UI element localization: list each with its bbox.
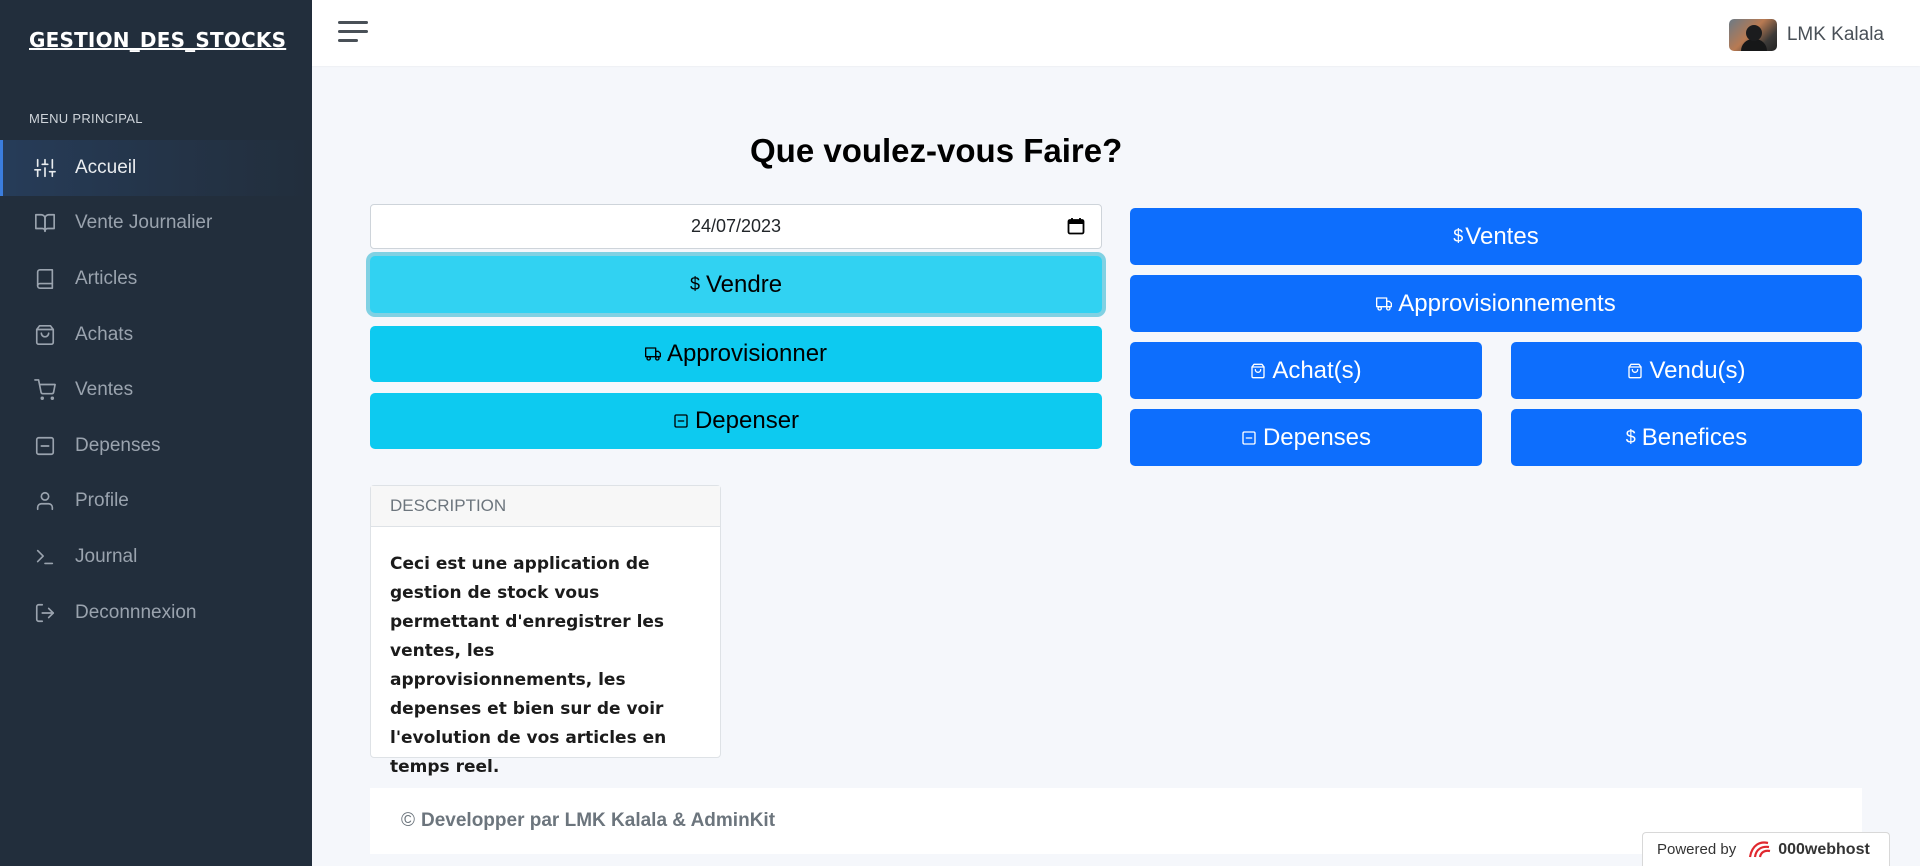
approvisionnements-label: Approvisionnements xyxy=(1398,289,1616,317)
description-header: DESCRIPTION xyxy=(371,486,720,527)
user-icon xyxy=(32,488,58,514)
sidebar-nav: Accueil Vente Journalier Articles Achats… xyxy=(0,140,312,640)
log-out-icon xyxy=(32,600,58,626)
powered-by-label: Powered by xyxy=(1657,841,1737,858)
depenses-label: Depenses xyxy=(1262,423,1372,451)
dollar-icon: $ xyxy=(1453,226,1464,246)
depenser-label: Depenser xyxy=(694,407,800,434)
sidebar-item-label: Depenses xyxy=(75,434,161,456)
calendar-icon[interactable] xyxy=(1067,217,1085,235)
depenser-button[interactable]: Depenser xyxy=(370,393,1102,449)
date-input[interactable]: 24/07/2023 xyxy=(370,204,1102,249)
achats-label: Achat(s) xyxy=(1272,356,1362,384)
terminal-icon xyxy=(32,544,58,570)
minus-square-icon xyxy=(32,433,58,459)
shopping-bag-icon xyxy=(1250,363,1266,379)
book-icon xyxy=(32,266,58,292)
truck-icon xyxy=(644,346,661,362)
sidebar-item-accueil[interactable]: Accueil xyxy=(0,140,312,196)
sidebar-item-depenses[interactable]: Depenses xyxy=(0,418,312,474)
date-value: 24/07/2023 xyxy=(690,216,782,236)
sidebar-item-label: Accueil xyxy=(75,156,137,178)
approvisionner-label: Approvisionner xyxy=(666,340,828,367)
sidebar-item-label: Profile xyxy=(75,490,129,512)
ventes-label: Ventes xyxy=(1465,222,1539,250)
page-title: Que voulez-vous Faire? xyxy=(750,132,1122,170)
webhost-logo-icon xyxy=(1746,839,1774,861)
benefices-label: Benefices xyxy=(1641,423,1748,451)
vendre-button[interactable]: $ Vendre xyxy=(370,256,1102,313)
page-title-bold: Que voulez-vous xyxy=(750,132,1015,169)
sidebar-item-vente-journalier[interactable]: Vente Journalier xyxy=(0,196,312,252)
sidebar-item-label: Articles xyxy=(75,267,138,289)
sliders-icon xyxy=(32,155,58,181)
ventes-button[interactable]: $ Ventes xyxy=(1130,208,1862,265)
vendus-button[interactable]: Vendu(s) xyxy=(1511,342,1862,399)
sidebar-item-label: Vente Journalier xyxy=(75,212,213,234)
user-name: LMK Kalala xyxy=(1786,24,1884,45)
dollar-icon: $ xyxy=(1625,427,1636,447)
powered-by-badge[interactable]: Powered by 000webhost xyxy=(1642,832,1890,866)
achats-button[interactable]: Achat(s) xyxy=(1130,342,1482,399)
shopping-cart-icon xyxy=(32,377,58,403)
user-dropdown[interactable]: LMK Kalala xyxy=(1728,19,1884,51)
sidebar-item-label: Journal xyxy=(75,545,138,567)
sidebar-item-label: Ventes xyxy=(75,379,134,401)
sidebar-item-journal[interactable]: Journal xyxy=(0,529,312,585)
brand-link[interactable]: GESTION_DES_STOCKS xyxy=(29,28,286,52)
sidebar-item-label: Deconnnexion xyxy=(75,601,197,623)
sidebar-item-achats[interactable]: Achats xyxy=(0,307,312,363)
sidebar-item-ventes[interactable]: Ventes xyxy=(0,362,312,418)
book-open-icon xyxy=(32,210,58,236)
shopping-bag-icon xyxy=(32,322,58,348)
approvisionner-button[interactable]: Approvisionner xyxy=(370,326,1102,382)
footer-credit: Developper par LMK Kalala & AdminKit xyxy=(421,810,776,831)
hamburger-menu-icon[interactable] xyxy=(338,21,368,45)
description-card: DESCRIPTION Ceci est une application de … xyxy=(370,485,721,777)
sidebar-item-deconnexion[interactable]: Deconnnexion xyxy=(0,585,312,641)
topbar: LMK Kalala xyxy=(312,0,1920,66)
dollar-icon: $ xyxy=(689,274,700,294)
benefices-button[interactable]: $ Benefices xyxy=(1511,409,1862,466)
avatar xyxy=(1728,19,1777,51)
minus-square-icon xyxy=(1241,430,1257,446)
vendre-label: Vendre xyxy=(705,270,783,298)
powered-by-brand: 000webhost xyxy=(1778,840,1870,858)
page-title-rest: Faire? xyxy=(1014,132,1123,169)
footer: © Developper par LMK Kalala & AdminKit xyxy=(370,788,1862,854)
description-body: Ceci est une application de gestion de s… xyxy=(390,554,667,777)
sidebar-item-articles[interactable]: Articles xyxy=(0,251,312,307)
minus-square-icon xyxy=(673,413,689,429)
menu-header: MENU PRINCIPAL xyxy=(29,111,143,126)
approvisionnements-button[interactable]: Approvisionnements xyxy=(1130,275,1862,332)
shopping-bag-icon xyxy=(1627,363,1643,379)
copyright-symbol: © xyxy=(401,810,415,831)
truck-icon xyxy=(1376,296,1393,312)
sidebar: GESTION_DES_STOCKS MENU PRINCIPAL Accuei… xyxy=(0,0,312,866)
sidebar-item-label: Achats xyxy=(75,323,134,345)
depenses-button[interactable]: Depenses xyxy=(1130,409,1482,466)
vendus-label: Vendu(s) xyxy=(1649,356,1746,384)
sidebar-item-profile[interactable]: Profile xyxy=(0,474,312,530)
